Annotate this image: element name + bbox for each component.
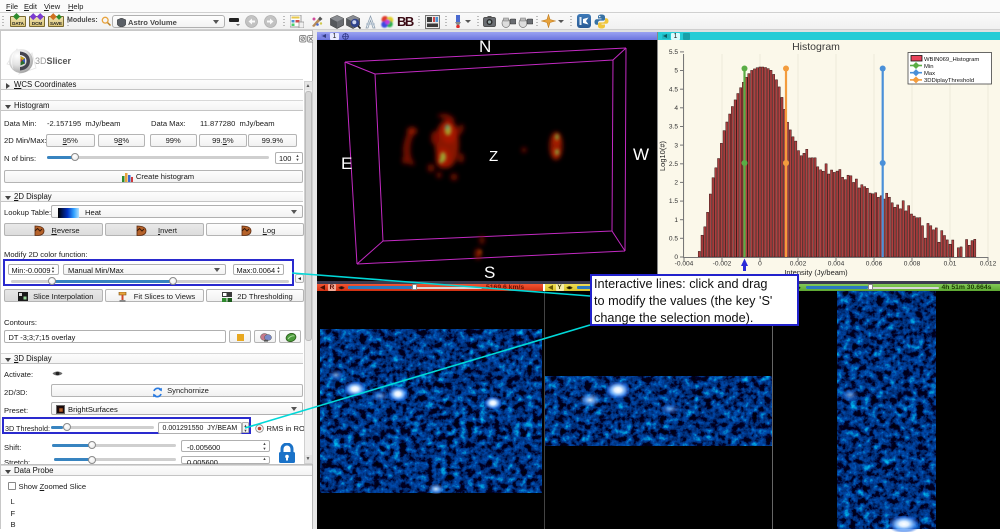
svg-text:4.5: 4.5 [669,86,678,93]
svg-text:0.01: 0.01 [944,261,957,268]
svg-text:-0.004: -0.004 [675,261,694,268]
svg-text:3DDiplayThreshold: 3DDiplayThreshold [924,78,974,84]
svg-text:0.5: 0.5 [669,236,678,243]
svg-text:0.006: 0.006 [866,261,883,268]
svg-text:Histogram: Histogram [792,41,840,53]
svg-text:E: E [341,154,352,173]
svg-text:5: 5 [674,68,678,75]
svg-text:2: 2 [674,180,678,187]
svg-text:2.5: 2.5 [669,161,678,168]
svg-text:Log10(#): Log10(#) [658,140,667,171]
svg-text:N: N [479,40,491,56]
svg-text:4: 4 [674,105,678,112]
svg-text:-0.002: -0.002 [713,261,732,268]
svg-text:Max: Max [924,71,935,77]
svg-text:W: W [633,145,649,164]
svg-text:3.5: 3.5 [669,124,678,131]
svg-text:S: S [484,263,495,281]
svg-text:WBIN069_Histogram: WBIN069_Histogram [924,57,979,63]
svg-text:1: 1 [674,217,678,224]
svg-text:1.5: 1.5 [669,198,678,205]
svg-text:0.004: 0.004 [828,261,845,268]
svg-text:Z: Z [489,148,498,165]
svg-text:Min: Min [924,64,934,70]
svg-text:0.002: 0.002 [790,261,807,268]
svg-text:0.012: 0.012 [980,261,997,268]
svg-text:0.008: 0.008 [904,261,921,268]
svg-text:3: 3 [674,142,678,149]
svg-text:5.5: 5.5 [669,49,678,56]
svg-text:0: 0 [758,261,762,268]
